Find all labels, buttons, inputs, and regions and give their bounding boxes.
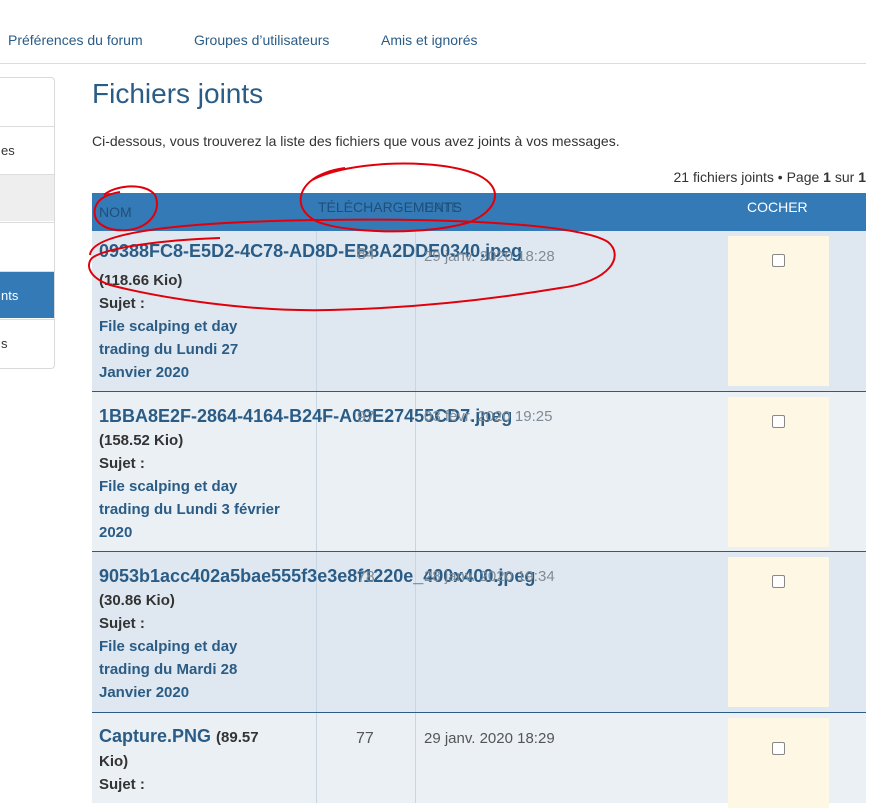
column-name-header[interactable]: NOM — [99, 204, 132, 220]
download-count: 84 — [357, 246, 375, 263]
select-checkbox[interactable] — [772, 254, 785, 267]
sidebar-item-3[interactable] — [0, 174, 54, 221]
subject-line: trading du Lundi 3 février — [99, 501, 280, 518]
subject-label: Sujet : — [99, 776, 145, 793]
table-row: 09388FC8-E5D2-4C78-AD8D-EB8A2DDE0340.jpe… — [92, 231, 866, 392]
tab-user-groups[interactable]: Groupes d’utilisateurs — [194, 32, 329, 48]
subject-line: File scalping et day — [99, 318, 238, 335]
subject-line: 2020 — [99, 524, 133, 541]
attachment-date: 28 janv. 2020 19:34 — [424, 568, 555, 585]
tab-forum-preferences[interactable]: Préférences du forum — [8, 32, 143, 48]
download-count: 97 — [357, 409, 375, 426]
mark-cell — [728, 397, 829, 547]
subject-line: trading du Mardi 28 — [99, 661, 238, 678]
file-size-cont: Kio) — [99, 753, 129, 770]
subject-label: Sujet : — [99, 295, 145, 312]
column-date-header[interactable]: DATE — [424, 199, 460, 215]
attachment-date: 29 janv. 2020 18:29 — [424, 730, 555, 747]
subject-line: Janvier 2020 — [99, 684, 190, 701]
attachment-meta: (118.66 Kio) Sujet : File scalping et da… — [99, 269, 238, 384]
page-of-text: sur — [830, 169, 859, 185]
subject-line: File scalping et day — [99, 478, 238, 495]
filename-text: Capture.PNG — [99, 726, 212, 746]
select-checkbox[interactable] — [772, 742, 785, 755]
table-row: 9053b1acc402a5bae555f3e3e8f1220e_400x400… — [92, 552, 866, 713]
sidebar-item-1[interactable] — [0, 78, 54, 125]
intro-text: Ci-dessous, vous trouverez la liste des … — [92, 133, 620, 149]
mark-cell — [728, 557, 829, 707]
mark-cell — [728, 718, 829, 808]
select-checkbox[interactable] — [772, 575, 785, 588]
table-row: 1BBA8E2F-2864-4164-B24F-A09E27455CD7.jpe… — [92, 392, 866, 552]
attachment-meta: Kio) Sujet : — [99, 750, 145, 796]
download-count: 77 — [356, 730, 374, 747]
subject-line: File scalping et day — [99, 638, 238, 655]
file-size: (30.86 Kio) — [99, 592, 175, 609]
sidebar-item-attachments[interactable]: nts — [0, 271, 54, 318]
sidebar-item-label: nts — [1, 288, 19, 303]
attachment-filename-link[interactable]: Capture.PNG (89.57 — [99, 726, 259, 747]
file-size: (118.66 Kio) — [99, 272, 183, 289]
subject-link[interactable]: File scalping et day trading du Lundi 3 … — [99, 475, 280, 544]
tab-friends-foes[interactable]: Amis et ignorés — [381, 32, 477, 48]
subject-link[interactable]: File scalping et day trading du Lundi 27… — [99, 315, 238, 384]
pagination-summary: 21 fichiers joints • Page 1 sur 1 — [674, 169, 866, 185]
sidebar-nav: es nts s — [0, 77, 55, 369]
table-header: NOM TÉLÉCHARGEMENTS DATE COCHER — [92, 193, 866, 231]
mark-cell — [728, 236, 829, 386]
sidebar-item-4[interactable] — [0, 222, 54, 269]
tabs-divider — [0, 63, 866, 64]
attachment-meta: (30.86 Kio) Sujet : File scalping et day… — [99, 589, 237, 704]
subject-label: Sujet : — [99, 455, 145, 472]
sidebar-item-label: s — [1, 336, 8, 351]
attachment-date: 29 janv. 2020 18:28 — [424, 248, 555, 265]
sidebar-item-label: es — [1, 143, 15, 158]
total-pages: 1 — [858, 169, 866, 185]
attachment-meta: (158.52 Kio) Sujet : File scalping et da… — [99, 429, 280, 544]
attachment-date: 03 févr. 2020 19:25 — [424, 408, 553, 425]
download-count: 78 — [357, 569, 375, 586]
subject-line: Janvier 2020 — [99, 364, 190, 381]
select-checkbox[interactable] — [772, 415, 785, 428]
file-size: (158.52 Kio) — [99, 432, 184, 449]
attachment-count: 21 fichiers joints • Page — [673, 169, 824, 185]
subject-line: trading du Lundi 27 — [99, 341, 239, 358]
sidebar-item-6[interactable]: s — [0, 319, 54, 366]
file-size: (89.57 — [216, 729, 259, 746]
current-page: 1 — [823, 169, 831, 185]
page-title: Fichiers joints — [92, 78, 264, 109]
sidebar-item-2[interactable]: es — [0, 126, 54, 173]
subject-link[interactable]: File scalping et day trading du Mardi 28… — [99, 635, 237, 704]
subject-label: Sujet : — [99, 615, 145, 632]
column-mark-header: COCHER — [747, 199, 808, 215]
